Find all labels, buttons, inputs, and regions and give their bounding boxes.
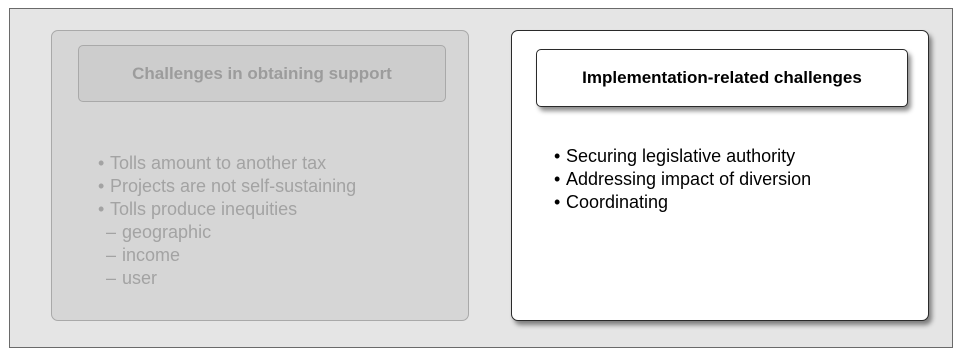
list-item-label: Tolls amount to another tax	[110, 153, 327, 173]
bullet-icon: •	[98, 153, 105, 173]
sub-list-item: – income	[98, 244, 356, 267]
support-challenges-title: Challenges in obtaining support	[78, 45, 446, 102]
implementation-challenges-list: • Securing legislative authority • Address…	[554, 145, 811, 214]
list-item: • Tolls amount to another tax	[98, 152, 356, 175]
list-item-label: Coordinating	[566, 192, 669, 212]
sub-list-item: – geographic	[98, 221, 356, 244]
dash-icon: –	[106, 222, 117, 242]
list-item-label: Tolls produce inequities	[110, 199, 298, 219]
implementation-challenges-title: Implementation-related challenges	[536, 49, 908, 107]
dash-icon: –	[106, 268, 117, 288]
list-item: • Tolls produce inequities	[98, 198, 356, 221]
support-challenges-panel: Challenges in obtaining support • Tolls a…	[51, 30, 469, 321]
sub-list-item-label: income	[122, 245, 181, 265]
diagram-frame: Challenges in obtaining support • Tolls a…	[9, 8, 953, 348]
list-item: • Securing legislative authority	[554, 145, 811, 168]
implementation-challenges-panel: Implementation-related challenges • Secur…	[511, 30, 929, 321]
list-item-label: Projects are not self-sustaining	[110, 176, 357, 196]
list-item-label: Addressing impact of diversion	[566, 169, 812, 189]
bullet-icon: •	[554, 192, 561, 212]
bullet-icon: •	[554, 146, 561, 166]
sub-list-item: – user	[98, 267, 356, 290]
list-item-label: Securing legislative authority	[566, 146, 796, 166]
support-challenges-list: • Tolls amount to another tax • Projects a…	[98, 152, 356, 290]
bullet-icon: •	[554, 169, 561, 189]
list-item: • Addressing impact of diversion	[554, 168, 811, 191]
list-item: • Projects are not self-sustaining	[98, 175, 356, 198]
dash-icon: –	[106, 245, 117, 265]
bullet-icon: •	[98, 199, 105, 219]
sub-list-item-label: user	[122, 268, 158, 288]
bullet-icon: •	[98, 176, 105, 196]
list-item: • Coordinating	[554, 191, 811, 214]
sub-list-item-label: geographic	[122, 222, 212, 242]
